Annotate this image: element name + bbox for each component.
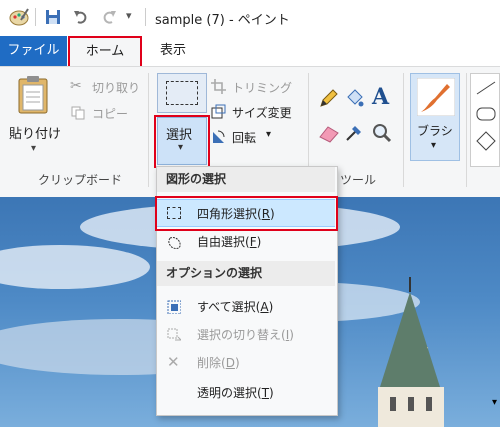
item-label-close: ) [270, 207, 275, 221]
redo-icon[interactable] [101, 9, 117, 25]
group-separator [403, 73, 404, 187]
chevron-down-icon: ▾ [178, 142, 184, 153]
group-separator [148, 73, 149, 187]
crop-icon [211, 79, 226, 94]
ribbon-tabs: ファイル ホーム 表示 [0, 36, 500, 68]
rotate-label: 回転 [232, 131, 257, 145]
transparent-selection-item[interactable]: 透明の選択(T) [157, 379, 335, 407]
item-accelerator: T [261, 386, 270, 400]
tab-view[interactable]: 表示 [156, 36, 190, 66]
chevron-down-icon: ▾ [431, 140, 437, 151]
delete-item[interactable]: ✕ 削除(D) [157, 349, 335, 377]
divider [145, 8, 146, 26]
undo-icon[interactable] [73, 9, 89, 25]
resize-icon [211, 104, 226, 119]
invert-selection-item[interactable]: 選択の切り替え(I) [157, 321, 335, 349]
item-label-close: ) [234, 356, 240, 370]
fill-bucket-icon[interactable] [344, 89, 364, 109]
item-label: 四角形選択( [197, 207, 262, 221]
copy-label: コピー [92, 107, 129, 121]
delete-icon: ✕ [167, 353, 180, 371]
text-tool-icon[interactable]: A [372, 84, 389, 110]
crop-label: トリミング [232, 81, 293, 95]
crop-button[interactable]: トリミング [211, 77, 311, 97]
pencil-icon[interactable] [318, 89, 338, 109]
brushes-label: ブラシ [417, 124, 453, 138]
title-bar: ▾ sample (7) - ペイント [0, 0, 500, 36]
item-label-close: ) [289, 328, 294, 342]
divider [35, 8, 36, 26]
cut-label: 切り取り [92, 81, 141, 95]
chevron-down-icon: ▾ [266, 129, 272, 140]
select-button[interactable]: 選択 ▾ [157, 117, 207, 165]
chevron-down-icon: ▾ [31, 143, 37, 154]
free-form-select-item[interactable]: 自由選択(F) [157, 228, 335, 256]
item-label: 自由選択( [197, 235, 250, 249]
resize-label: サイズ変更 [232, 106, 292, 120]
item-label-close: ) [256, 235, 262, 249]
selection-preview[interactable] [157, 73, 207, 113]
resize-button[interactable]: サイズ変更 [211, 102, 311, 122]
tools-group-label: ツール [340, 173, 377, 187]
paste-button[interactable]: 貼り付け ▾ [6, 71, 66, 163]
rectangle-select-item[interactable]: 四角形選択(R) [157, 199, 335, 227]
paint-app-icon[interactable] [8, 6, 30, 28]
window-title: sample (7) - ペイント [155, 13, 290, 28]
rotate-icon [213, 130, 225, 143]
item-label-close: ) [269, 386, 274, 400]
color-picker-icon[interactable] [344, 123, 364, 143]
customize-quick-access-icon[interactable]: ▾ [126, 9, 132, 22]
item-label: 選択の切り替え( [197, 328, 286, 342]
scissors-icon: ✂ [70, 78, 82, 94]
item-label: 削除( [197, 356, 226, 370]
item-accelerator: D [225, 356, 235, 370]
rotate-button[interactable]: 回転 ▾ [211, 127, 311, 147]
group-separator [466, 73, 467, 187]
select-label: 選択 [166, 128, 193, 143]
select-all-item[interactable]: すべて選択(A) [157, 293, 335, 321]
save-icon[interactable] [45, 9, 61, 25]
copy-button[interactable]: コピー [70, 103, 150, 123]
item-label: すべて選択( [197, 300, 261, 314]
magnifier-icon[interactable] [372, 123, 392, 143]
free-form-select-icon [168, 237, 181, 249]
copy-icon [71, 106, 85, 120]
tab-home[interactable]: ホーム [69, 37, 141, 68]
item-accelerator: A [260, 300, 269, 314]
shapes-icon [476, 81, 496, 151]
cut-button[interactable]: ✂ 切り取り [70, 77, 150, 97]
item-accelerator: R [261, 207, 271, 221]
item-label-close: ) [268, 300, 274, 314]
brushes-button[interactable]: ブラシ ▾ [410, 73, 460, 161]
brush-icon [417, 78, 455, 116]
clipboard-icon [18, 76, 48, 114]
canvas-resize-handle-icon[interactable]: ▾ [492, 397, 497, 408]
clipboard-group-label: クリップボード [38, 173, 123, 187]
rectangle-select-icon [167, 207, 181, 219]
paste-label: 貼り付け [9, 127, 62, 142]
rectangle-select-icon [166, 81, 198, 105]
item-label: 透明の選択( [197, 386, 262, 400]
shapes-gallery[interactable] [470, 73, 500, 167]
shape-select-header: 図形の選択 [157, 167, 335, 192]
invert-selection-icon [167, 328, 181, 341]
select-all-icon [167, 300, 181, 314]
item-accelerator: F [249, 235, 257, 249]
select-dropdown-menu: 図形の選択 四角形選択(R) 自由選択(F) オプションの選択 すべて選択(A)… [156, 166, 338, 416]
eraser-icon[interactable] [318, 125, 340, 143]
tab-file[interactable]: ファイル [0, 36, 67, 66]
options-select-header: オプションの選択 [157, 261, 335, 286]
